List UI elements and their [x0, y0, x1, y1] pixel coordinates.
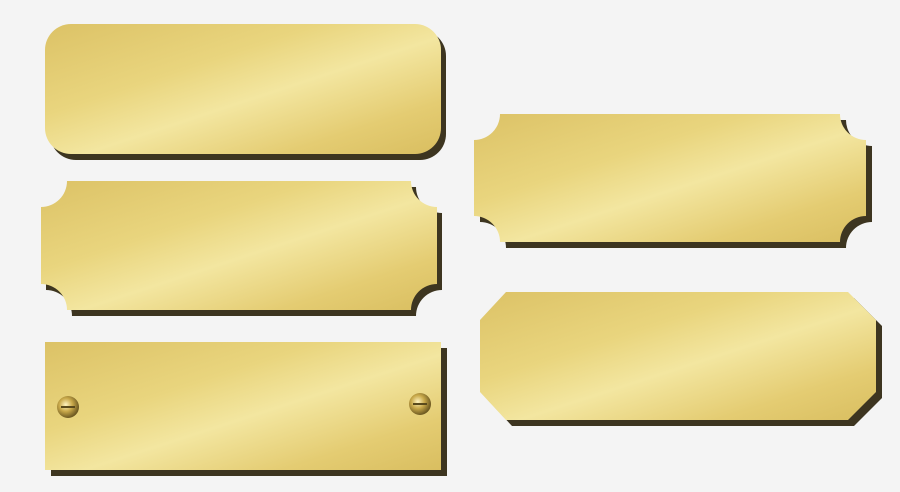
gold-plate-notched-left — [41, 181, 442, 316]
plate-face — [41, 181, 437, 310]
screw-icon — [409, 393, 431, 415]
screw-icon — [57, 396, 79, 418]
gold-plate-rounded — [45, 24, 446, 160]
plate-face — [45, 342, 441, 470]
brass-plates-image — [41, 24, 882, 476]
plate-face — [474, 114, 866, 242]
gold-plate-screwed — [45, 342, 447, 476]
gold-plate-notched-right — [474, 114, 872, 248]
plate-face — [45, 24, 441, 154]
gold-plate-clipped — [480, 292, 882, 426]
plate-face — [480, 292, 876, 420]
